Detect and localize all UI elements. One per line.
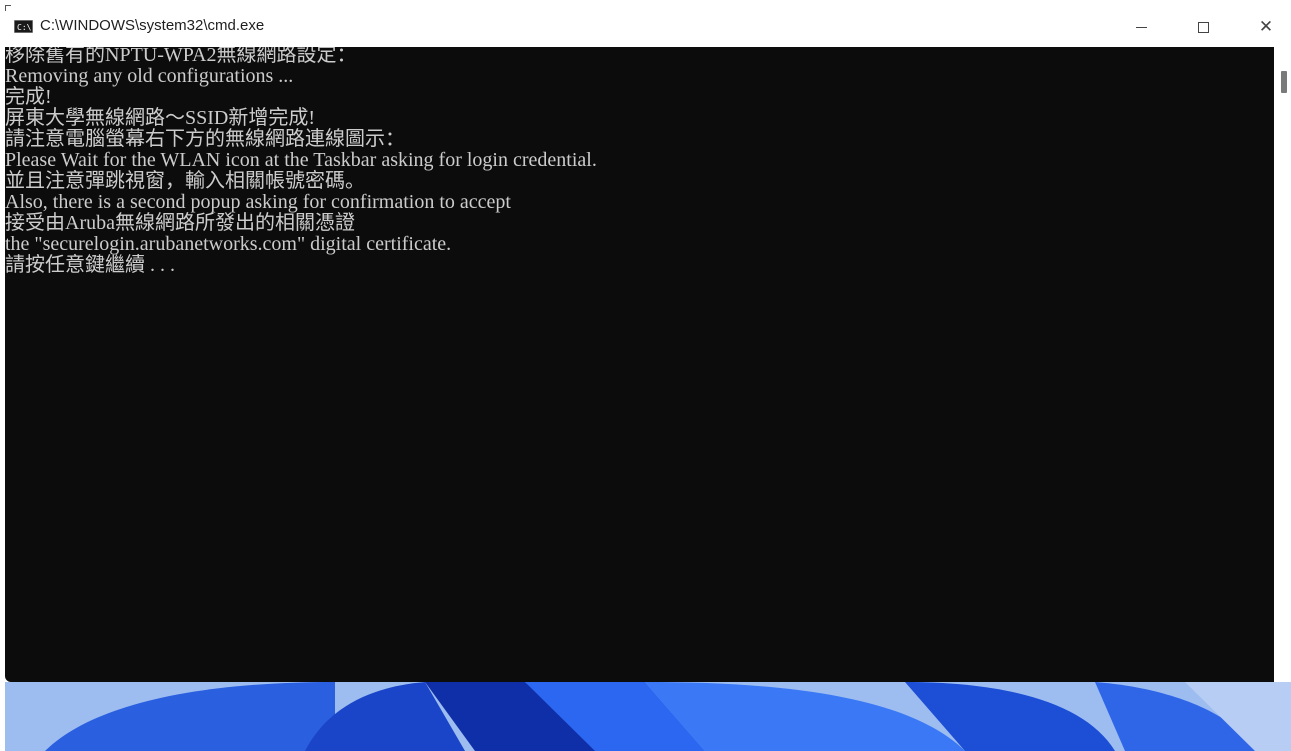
maximize-icon [1197,21,1209,33]
console-line: 屏東大學無線網路～SSID新增完成! [5,107,316,129]
console-line: 並且注意彈跳視窗，輸入相關帳號密碼。 [5,170,365,192]
console-line: 請注意電腦螢幕右下方的無線網路連線圖示： [5,128,405,150]
resize-corner [5,5,11,11]
minimize-button[interactable] [1118,8,1164,46]
console-line: Also, there is a second popup asking for… [5,191,511,213]
desktop-wallpaper [5,682,1291,751]
console-line: 接受由Aruba無線網路所發出的相關憑證 [5,212,355,234]
console-output[interactable]: 移除舊有的NPTU-WPA2無線網路設定： Removing any old c… [5,47,1274,682]
title-bar[interactable]: C:\ C:\WINDOWS\system32\cmd.exe ✕ [0,0,1291,47]
console-line: 完成! [5,86,52,108]
cmd-icon[interactable]: C:\ [14,20,33,33]
console-line: 移除舊有的NPTU-WPA2無線網路設定： [5,47,357,66]
console-line: the "securelogin.arubanetworks.com" digi… [5,233,452,255]
scrollbar-thumb[interactable] [1281,71,1287,93]
close-button[interactable]: ✕ [1243,8,1289,46]
wallpaper-bloom [5,682,1291,751]
maximize-button[interactable] [1180,8,1226,46]
console-line: Removing any old configurations ... [5,65,294,87]
window-title: C:\WINDOWS\system32\cmd.exe [40,17,265,34]
console-line: 請按任意鍵繼續 . . . [5,254,175,276]
close-icon: ✕ [1258,16,1274,37]
console-line: Please Wait for the WLAN icon at the Tas… [5,149,597,171]
minimize-icon [1135,26,1147,28]
vertical-scrollbar[interactable] [1274,47,1291,682]
cmd-window: C:\ C:\WINDOWS\system32\cmd.exe ✕ 移除舊有的N… [0,0,1291,682]
